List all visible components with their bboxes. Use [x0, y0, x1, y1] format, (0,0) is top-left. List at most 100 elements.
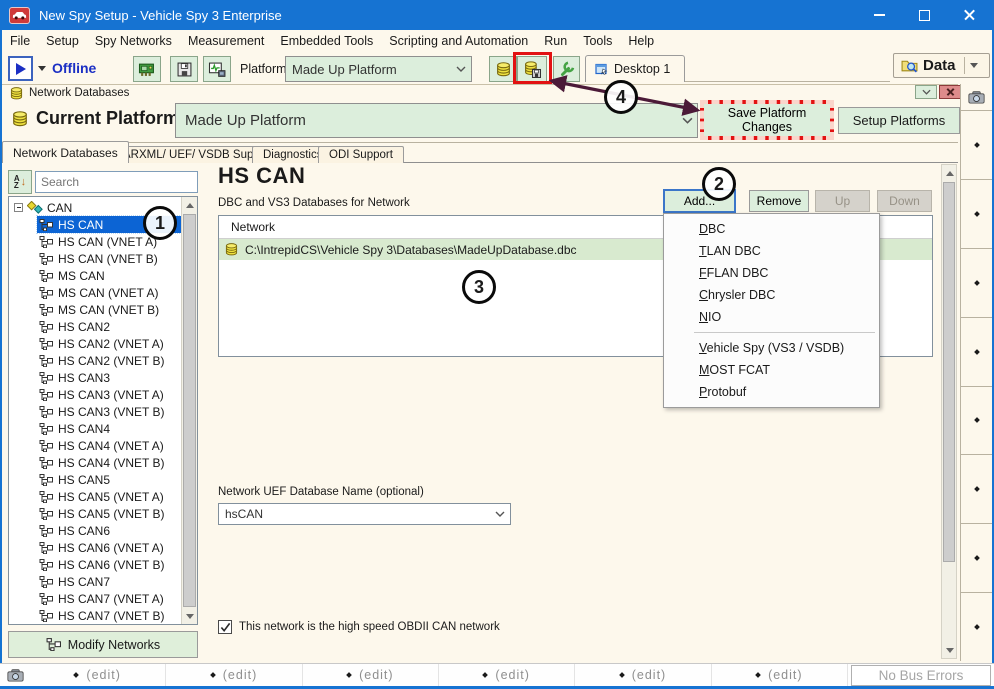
data-dropdown-button[interactable] — [965, 63, 983, 68]
network-icon — [39, 525, 53, 537]
panel-close-button[interactable] — [939, 85, 961, 99]
status-dot-icon — [619, 672, 625, 678]
online-play-button[interactable] — [8, 56, 33, 81]
menu-item-setup[interactable]: Setup — [38, 31, 87, 51]
tree-item-hs-can4[interactable]: HS CAN4 — [37, 420, 185, 437]
platform-select[interactable]: Made Up Platform — [285, 56, 472, 82]
main-scrollbar[interactable] — [941, 164, 957, 659]
network-icon — [39, 355, 53, 367]
network-icon — [39, 304, 53, 316]
close-button[interactable] — [947, 0, 992, 30]
menu-item-tools[interactable]: Tools — [575, 31, 620, 51]
tree-item-hs-can3-vnet-b[interactable]: HS CAN3 (VNET B) — [37, 403, 185, 420]
panel-collapse-button[interactable] — [915, 85, 937, 99]
menu-item-measurement[interactable]: Measurement — [180, 31, 272, 51]
tab-odi-support[interactable]: ODI Support — [318, 146, 404, 163]
obdii-checkbox[interactable] — [218, 620, 232, 634]
dock-slot-3[interactable] — [961, 248, 992, 317]
search-input[interactable] — [35, 171, 198, 193]
dock-slot-7[interactable] — [961, 523, 992, 592]
menu-item-dbc[interactable]: DBC — [664, 218, 879, 240]
play-dropdown-button[interactable] — [35, 56, 49, 81]
scrollbar-thumb[interactable] — [943, 182, 955, 562]
tree-root-label: CAN — [47, 201, 72, 215]
data-button[interactable]: Data — [893, 53, 990, 78]
measurement-setup-button[interactable] — [203, 56, 231, 82]
platform-label: Platform: — [240, 62, 290, 76]
menu-item-protobuf[interactable]: Protobuf — [664, 381, 879, 403]
wrench-icon — [559, 61, 575, 77]
tree-item-hs-can7-vnet-a[interactable]: HS CAN7 (VNET A) — [37, 590, 185, 607]
tree-item-hs-can2-vnet-b[interactable]: HS CAN2 (VNET B) — [37, 352, 185, 369]
menu-item-nio[interactable]: NIO — [664, 306, 879, 328]
dock-slot-2[interactable] — [961, 179, 992, 248]
scroll-up-button[interactable] — [942, 165, 957, 181]
tree-item-hs-can2-vnet-a[interactable]: HS CAN2 (VNET A) — [37, 335, 185, 352]
remove-button[interactable]: Remove — [749, 190, 809, 212]
menu-item-tlan-dbc[interactable]: TLAN DBC — [664, 240, 879, 262]
menu-item-scripting-and-automation[interactable]: Scripting and Automation — [381, 31, 536, 51]
dock-camera-button[interactable] — [961, 84, 992, 110]
collapse-icon[interactable] — [14, 203, 23, 212]
offline-status-label: Offline — [52, 60, 96, 76]
maximize-button[interactable] — [902, 0, 947, 30]
tree-item-hs-can3-vnet-a[interactable]: HS CAN3 (VNET A) — [37, 386, 185, 403]
menu-item-embedded-tools[interactable]: Embedded Tools — [272, 31, 381, 51]
tree-item-hs-can6-vnet-a[interactable]: HS CAN6 (VNET A) — [37, 539, 185, 556]
tree-item-hs-can2[interactable]: HS CAN2 — [37, 318, 185, 335]
tree-item-hs-can6[interactable]: HS CAN6 — [37, 522, 185, 539]
dock-slot-4[interactable] — [961, 317, 992, 386]
hardware-setup-button[interactable] — [133, 56, 161, 82]
dock-slot-1[interactable] — [961, 110, 992, 179]
menu-item-spy-networks[interactable]: Spy Networks — [87, 31, 180, 51]
sort-az-button[interactable]: AZ↓ — [8, 170, 32, 194]
menu-item-help[interactable]: Help — [620, 31, 662, 51]
tree-item-hs-can3[interactable]: HS CAN3 — [37, 369, 185, 386]
minimize-button[interactable] — [857, 0, 902, 30]
sort-az-icon: AZ↓ — [14, 175, 26, 189]
tree-item-hs-can4-vnet-a[interactable]: HS CAN4 (VNET A) — [37, 437, 185, 454]
tree-item-hs-can5-vnet-a[interactable]: HS CAN5 (VNET A) — [37, 488, 185, 505]
down-button[interactable]: Down — [877, 190, 932, 212]
tree-item-hs-can7-vnet-b[interactable]: HS CAN7 (VNET B) — [37, 607, 185, 624]
database-icon — [225, 243, 238, 256]
tree-item-ms-can-vnet-b[interactable]: MS CAN (VNET B) — [37, 301, 185, 318]
tree-item-hs-can5-vnet-b[interactable]: HS CAN5 (VNET B) — [37, 505, 185, 522]
menu-item-run[interactable]: Run — [536, 31, 575, 51]
dock-slot-8[interactable] — [961, 592, 992, 661]
menu-item-file[interactable]: File — [2, 31, 38, 51]
tree-item-hs-can-vnet-b[interactable]: HS CAN (VNET B) — [37, 250, 185, 267]
menu-bar: FileSetupSpy NetworksMeasurementEmbedded… — [2, 30, 992, 52]
modify-networks-label: Modify Networks — [68, 638, 160, 652]
tree-item-ms-can-vnet-a[interactable]: MS CAN (VNET A) — [37, 284, 185, 301]
scroll-up-button[interactable] — [182, 197, 197, 213]
up-button[interactable]: Up — [815, 190, 870, 212]
dock-slot-6[interactable] — [961, 454, 992, 523]
tab-network-databases[interactable]: Network Databases — [2, 141, 129, 163]
modify-networks-button[interactable]: Modify Networks — [8, 631, 198, 658]
tree-item-hs-can4-vnet-b[interactable]: HS CAN4 (VNET B) — [37, 454, 185, 471]
status-edit-label: (edit) — [86, 668, 120, 682]
tree-item-hs-can5[interactable]: HS CAN5 — [37, 471, 185, 488]
menu-item-chrysler-dbc[interactable]: Chrysler DBC — [664, 284, 879, 306]
tree-item-hs-can7[interactable]: HS CAN7 — [37, 573, 185, 590]
scroll-down-button[interactable] — [942, 642, 957, 658]
tree-item-hs-can6-vnet-b[interactable]: HS CAN6 (VNET B) — [37, 556, 185, 573]
uef-database-select[interactable]: hsCAN — [218, 503, 511, 525]
scroll-down-button[interactable] — [182, 608, 197, 624]
desktop-tab[interactable]: Desktop 1 — [585, 55, 685, 82]
tree-scrollbar[interactable] — [181, 197, 197, 624]
setup-platforms-tool-button[interactable] — [553, 56, 580, 82]
dock-slot-5[interactable] — [961, 386, 992, 455]
save-button[interactable] — [170, 56, 198, 82]
save-platform-changes-button[interactable]: Save Platform Changes — [704, 104, 830, 136]
chevron-down-icon — [922, 89, 931, 95]
status-camera-button[interactable] — [0, 669, 30, 682]
setup-platforms-button[interactable]: Setup Platforms — [838, 107, 960, 134]
menu-item-fflan-dbc[interactable]: FFLAN DBC — [664, 262, 879, 284]
menu-item-vehicle-spy-vs3-vsdb[interactable]: Vehicle Spy (VS3 / VSDB) — [664, 337, 879, 359]
databases-subheading: DBC and VS3 Databases for Network — [218, 197, 410, 209]
menu-item-most-fcat[interactable]: MOST FCAT — [664, 359, 879, 381]
tree-item-ms-can[interactable]: MS CAN — [37, 267, 185, 284]
scrollbar-thumb[interactable] — [183, 214, 196, 607]
